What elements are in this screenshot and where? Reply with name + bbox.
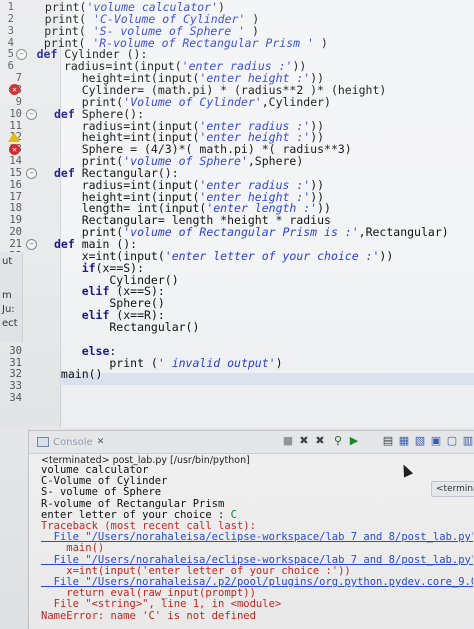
line-number: 14 — [9, 155, 22, 168]
search-icon[interactable]: ⚲ — [331, 434, 345, 448]
left-panel-edge: ut m Ju: ect — [0, 252, 23, 342]
line-number: 5 — [7, 48, 14, 61]
line-number: 21 — [9, 238, 22, 250]
side-panel-text: m — [2, 290, 12, 301]
stacktrace-link[interactable]: File "/Users/norahaleisa/eclipse-workspa… — [41, 555, 473, 566]
side-panel-text: ect — [2, 318, 18, 329]
console-line: Traceback (most recent call last): — [41, 521, 256, 532]
tab-console[interactable]: Console ✕ — [37, 434, 104, 450]
fold-toggle-icon[interactable]: − — [16, 49, 27, 61]
remove-launch-icon[interactable]: ■ — [281, 434, 295, 448]
line-number: 7 — [15, 72, 22, 85]
console-line: NameError: name 'C' is not defined — [41, 610, 256, 622]
fold-toggle-icon[interactable]: − — [26, 239, 37, 250]
code-line: def Sphere(): — [54, 106, 145, 121]
console-line: File "<string>", line 1, in <module> — [41, 599, 282, 611]
string-literal: ' invalid output' — [157, 355, 276, 370]
run-icon[interactable]: ▶ — [347, 434, 361, 448]
terminate-icon[interactable]: ✖ — [297, 434, 311, 448]
console-tab-label: Console — [53, 436, 93, 448]
line-number: 20 — [9, 226, 22, 239]
line-number: 15 — [9, 166, 22, 179]
line-number: 9 — [15, 95, 22, 108]
line-number: 34 — [9, 392, 22, 405]
line-number: 11 — [9, 119, 22, 132]
display-console-icon[interactable]: ▢ — [445, 434, 459, 448]
fold-toggle-icon[interactable]: − — [26, 108, 37, 120]
console-line: C-Volume of Cylinder — [41, 476, 168, 488]
code-editor[interactable]: 12345−678✕910−111213✕1415−161718192021−2… — [0, 0, 474, 428]
stacktrace-link[interactable]: File "/Users/norahaleisa/.p2/pool/plugin… — [41, 577, 473, 588]
stacktrace-link[interactable]: File "/Users/norahaleisa/eclipse-workspa… — [41, 532, 473, 543]
string-literal: 'enter letter of your choice :' — [164, 248, 380, 263]
console-line: main() — [41, 543, 105, 555]
line-number: 32 — [9, 368, 22, 381]
line-number: 19 — [9, 214, 22, 227]
line-number: 3 — [7, 24, 14, 37]
console-line: volume calculator — [41, 465, 149, 476]
line-number: 1 — [7, 1, 14, 13]
side-panel-text: ut — [2, 256, 13, 267]
pin-console-icon[interactable]: ▣ — [429, 434, 443, 448]
code-line: main() — [54, 367, 103, 382]
line-number: 30 — [9, 344, 22, 357]
code-line: else: — [81, 343, 117, 358]
console-view: Console ✕ ■ ✖ ✖ ⚲ ▶ ▤ ▦ ▧ ▣ ▢ ▥ <termina… — [28, 430, 474, 629]
photo-frame: 12345−678✕910−111213✕1415−161718192021−2… — [0, 0, 474, 629]
console-line: return eval(raw_input(prompt)) — [41, 588, 256, 600]
console-line: x=int(input('enter letter of your choice… — [41, 565, 351, 577]
line-number: 16 — [9, 178, 22, 191]
code-line: Rectangular() — [54, 319, 200, 334]
string-literal: 'volume of Rectangular Prism is :' — [123, 225, 359, 240]
close-icon[interactable]: ✕ — [97, 437, 105, 447]
scroll-lock-icon[interactable]: ▦ — [397, 434, 411, 448]
open-console-icon[interactable]: ▥ — [461, 434, 474, 448]
clear-console-icon[interactable]: ▤ — [381, 434, 395, 448]
console-line: enter letter of your choice : C — [41, 509, 237, 521]
console-toolbar: Console ✕ ■ ✖ ✖ ⚲ ▶ ▤ ▦ ▧ ▣ ▢ ▥ — [29, 431, 474, 454]
remove-all-terminated-icon[interactable]: ✖ — [313, 434, 327, 448]
warning-marker-icon[interactable] — [8, 132, 20, 143]
console-icon — [37, 437, 49, 447]
side-panel-text: Ju: — [2, 304, 15, 315]
line-number: 18 — [9, 202, 22, 215]
line-number: 2 — [7, 12, 14, 25]
user-input-value: C — [230, 509, 237, 521]
fold-toggle-icon[interactable]: − — [26, 167, 37, 179]
error-marker-icon[interactable]: ✕ — [9, 143, 20, 155]
line-number: 17 — [9, 190, 22, 203]
line-number: 6 — [7, 60, 14, 73]
console-line: R-volume of Rectangular Prism — [41, 498, 225, 510]
terminated-badge: <terminated> — [431, 481, 474, 497]
word-wrap-icon[interactable]: ▧ — [413, 434, 427, 448]
line-number: 4 — [7, 36, 14, 49]
code-line: print('Volume of Cylinder',Cylinder) — [54, 94, 331, 109]
line-number: 31 — [9, 356, 22, 369]
line-number: 10 — [9, 107, 22, 120]
line-number: 33 — [9, 380, 22, 393]
console-line: S- volume of Sphere — [41, 487, 162, 499]
current-line-highlight — [62, 373, 474, 385]
code-line: if(x==S): — [81, 260, 145, 275]
